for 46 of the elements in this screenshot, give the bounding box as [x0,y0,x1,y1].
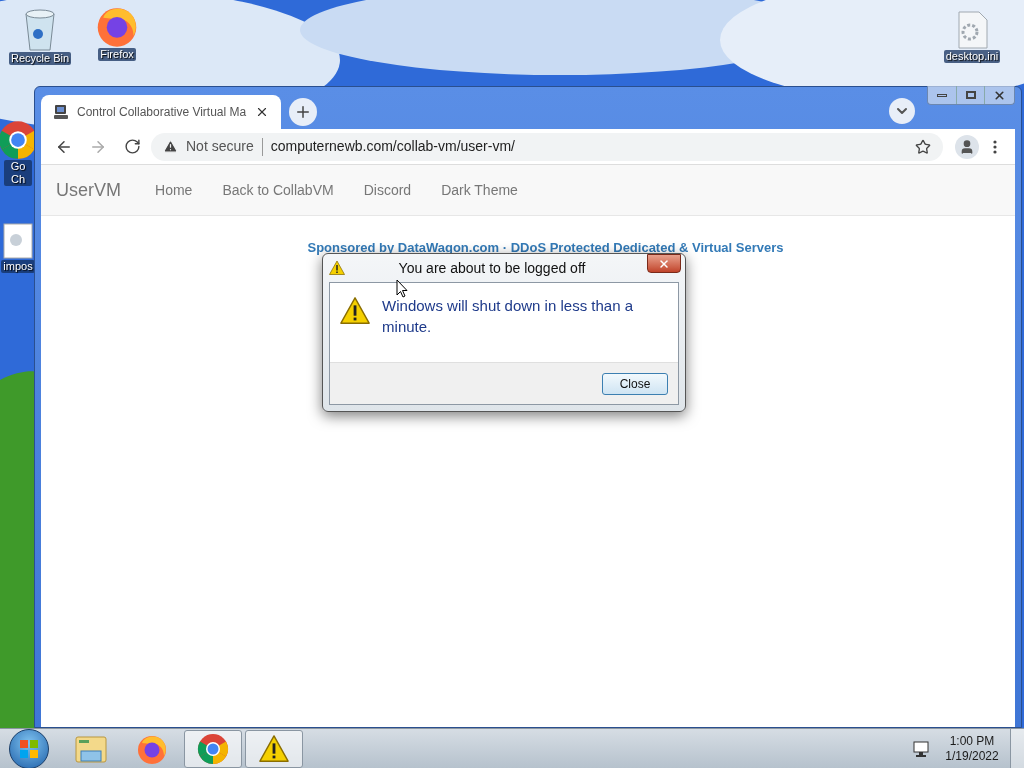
warning-icon [163,139,178,154]
close-icon [658,257,670,270]
file-icon [2,222,34,260]
tab-title: Control Collaborative Virtual Ma [77,104,247,121]
desktop-icon-label[interactable]: Go Ch [4,160,32,186]
desktop-icon-label[interactable]: Recycle Bin [8,52,72,65]
desktop-icon-label[interactable]: impos [1,260,35,273]
warning-icon [340,295,371,327]
person-icon [959,138,975,155]
clock-date[interactable]: 1/19/2022 [945,748,999,764]
nav-link[interactable]: Dark Theme [441,179,518,201]
plus-icon [294,103,312,121]
profile-button[interactable] [955,134,979,159]
bookmark-star-icon[interactable] [915,138,931,155]
url-text: computernewb.com/collab-vm/user-vm/ [270,137,516,156]
warning-icon [259,733,289,764]
clock-time[interactable]: 1:00 PM [949,733,995,749]
taskbar-button[interactable] [184,729,242,768]
tab-search-button[interactable] [889,98,915,124]
warning-icon [329,260,345,276]
dialog-button[interactable]: Close [602,372,668,395]
menu-icon [993,139,997,154]
security-label: Not secure [186,137,254,156]
desktop-icon-label[interactable]: Firefox [98,48,136,61]
close-button[interactable] [647,254,681,273]
settings-file-icon [955,10,989,50]
dialog-title: You are about to be logged off [397,258,587,278]
taskbar-button[interactable] [245,729,303,768]
nav-link[interactable]: Back to CollabVM [222,179,334,201]
brand-link[interactable]: UserVM [56,176,121,204]
nav-link[interactable]: Home [155,179,193,201]
browser-tab[interactable]: Control Collaborative Virtual Ma [41,95,281,129]
close-icon [993,88,1006,102]
desktop-icon-label[interactable]: desktop.ini [943,50,1001,63]
folder-icon [75,733,107,764]
reload-icon [123,138,141,155]
dialog-message: Windows will shut down in less than a minute. [382,296,634,337]
close-icon[interactable] [255,105,269,119]
network-icon[interactable] [912,739,930,758]
computer-icon [53,104,69,120]
windows-logo-icon [19,738,39,759]
nav-link[interactable]: Discord [363,179,412,201]
address-bar[interactable]: Not secure computernewb.com/collab-vm/user-vm/ [151,132,943,161]
new-tab-button[interactable] [289,98,317,126]
start-button[interactable] [9,728,49,768]
chrome-icon [197,732,229,765]
